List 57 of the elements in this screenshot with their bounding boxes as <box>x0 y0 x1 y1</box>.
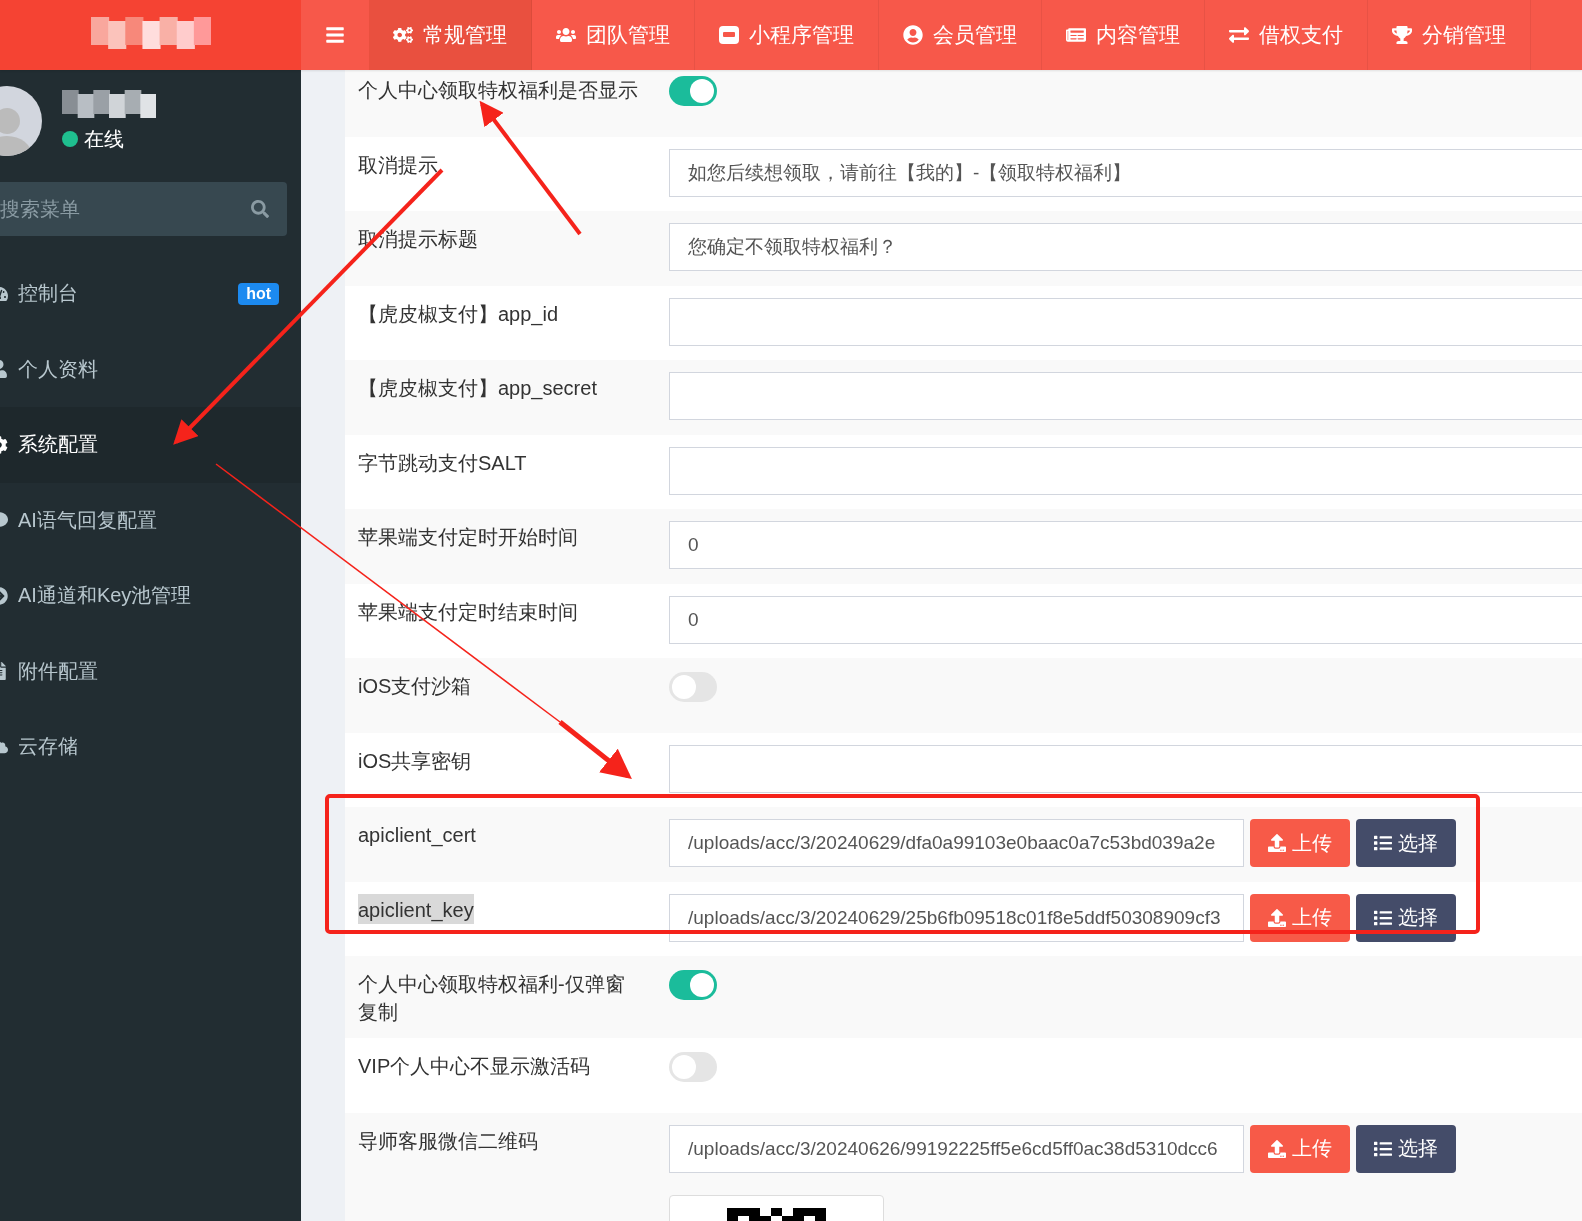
hot-badge: hot <box>238 282 279 305</box>
sidebar-item[interactable]: 云存储 <box>0 709 301 785</box>
trophy-icon <box>1392 25 1412 45</box>
text-field[interactable]: 0 <box>669 521 1582 569</box>
text-field[interactable] <box>669 744 1582 793</box>
field-label: 苹果端支付定时开始时间 <box>358 525 578 550</box>
toggle-switch[interactable] <box>669 970 717 1000</box>
field-label: iOS支付沙箱 <box>358 674 472 699</box>
newspaper-icon <box>1066 25 1086 45</box>
text-field[interactable]: 如您后续想领取，请前往【我的】-【领取特权福利】 <box>669 148 1582 197</box>
sidebar-item[interactable]: 系统配置 <box>0 407 301 483</box>
exchange-icon <box>1229 25 1249 45</box>
nav-tab[interactable]: 常规管理 <box>369 0 532 70</box>
choose-button[interactable]: 选择 <box>1356 1124 1456 1173</box>
toggle-switch[interactable] <box>669 76 717 106</box>
field-label: 取消提示 <box>358 152 438 178</box>
field-label: 导师客服微信二维码 <box>358 1128 538 1154</box>
upload-icon <box>1268 834 1286 852</box>
toggle-switch[interactable] <box>669 672 717 702</box>
online-dot <box>62 131 78 147</box>
list-icon <box>1374 908 1392 927</box>
field-label: iOS共享密钥 <box>358 748 472 774</box>
search-icon <box>251 200 269 218</box>
file-path-field[interactable]: /uploads/acc/3/20240629/dfa0a99103e0baac0a7c53bd039a2e <box>669 819 1244 867</box>
menu-icon <box>325 25 345 45</box>
field-label: 个人中心领取特权福利是否显示 <box>358 78 638 103</box>
upload-icon <box>1268 908 1286 927</box>
text-field[interactable] <box>669 297 1582 346</box>
sidebar-item[interactable]: AI通道和Key池管理 <box>0 558 301 634</box>
miniapp-icon <box>719 26 739 44</box>
text-field[interactable] <box>669 446 1582 495</box>
sidebar-item[interactable]: AI语气回复配置 <box>0 482 301 558</box>
field-label: 【虎皮椒支付】app_id <box>358 301 559 328</box>
list-icon <box>1374 834 1392 852</box>
file-path-field[interactable]: /uploads/acc/3/20240626/99192225ff5e6cd5ff0ac38d5310dcc6 <box>669 1124 1244 1173</box>
sidebar-item[interactable]: 控制台 hot <box>0 256 301 332</box>
file-path-field[interactable]: /uploads/acc/3/20240629/25b6fb09518c01f8e5ddf50308909cf3 <box>669 893 1244 942</box>
choose-button[interactable]: 选择 <box>1356 893 1456 942</box>
text-field[interactable] <box>669 372 1582 420</box>
field-label: VIP个人中心不显示激活码 <box>358 1054 591 1079</box>
text-field[interactable]: 0 <box>669 595 1582 644</box>
choose-button[interactable]: 选择 <box>1356 819 1456 867</box>
gears-icon <box>393 25 413 45</box>
list-icon <box>1374 1139 1392 1158</box>
field-label: apiclient_cert <box>358 823 476 849</box>
text-field[interactable]: 您确定不领取特权福利？ <box>669 223 1582 271</box>
search-field[interactable]: 搜索菜单 <box>0 182 287 236</box>
sidebar-item[interactable]: 个人资料 <box>0 331 301 407</box>
upload-icon <box>1268 1139 1286 1158</box>
field-label: 字节跳动支付SALT <box>358 450 527 476</box>
sidebar-item[interactable]: 附件配置 <box>0 633 301 709</box>
online-status: 在线 <box>62 125 156 153</box>
field-label: 【虎皮椒支付】app_secret <box>358 376 597 402</box>
field-label: apiclient_key <box>358 893 474 924</box>
toggle-switch[interactable] <box>669 1052 717 1082</box>
users-icon <box>556 25 576 45</box>
field-label: 个人中心领取特权福利-仅弹窗复制 <box>358 972 626 1025</box>
